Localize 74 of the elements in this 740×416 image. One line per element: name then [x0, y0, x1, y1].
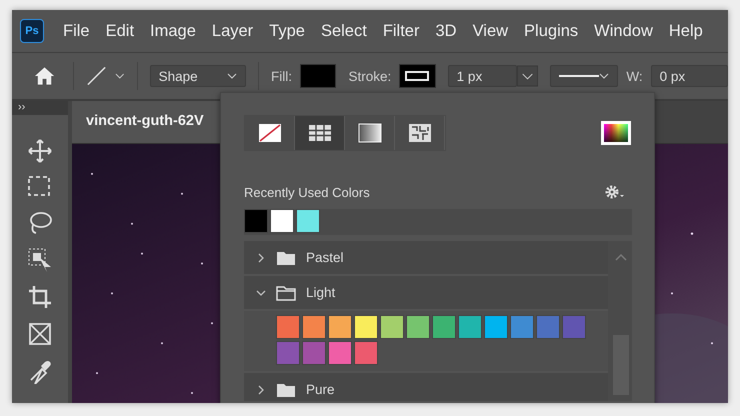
color-picker-icon[interactable] [600, 120, 632, 146]
color-swatch[interactable] [484, 315, 508, 339]
menu-item[interactable]: Plugins [524, 22, 578, 40]
folder-icon [276, 250, 296, 266]
color-swatch[interactable] [328, 315, 352, 339]
pattern-icon [408, 123, 432, 143]
folder-icon [276, 382, 296, 398]
color-swatch[interactable] [302, 315, 326, 339]
move-tool-icon[interactable] [27, 138, 53, 164]
chevron-right-icon[interactable] [256, 252, 266, 262]
color-swatch[interactable] [380, 315, 404, 339]
fill-label: Fill: [270, 68, 292, 84]
color-swatch[interactable] [562, 315, 586, 339]
color-swatch[interactable] [276, 315, 300, 339]
folder-name[interactable]: Pure [306, 382, 335, 397]
menu-item[interactable]: View [472, 22, 508, 40]
menu-item[interactable]: Layer [212, 22, 254, 40]
menu-item[interactable]: Type [269, 22, 305, 40]
menu-item[interactable]: Help [668, 22, 703, 40]
none-fill-button[interactable] [245, 116, 295, 150]
crop-tool-icon[interactable] [27, 284, 53, 310]
shape-mode-dropdown[interactable]: Shape [150, 65, 246, 87]
color-swatch[interactable] [244, 209, 268, 233]
lasso-tool-icon[interactable] [27, 210, 53, 236]
color-swatch[interactable] [510, 315, 534, 339]
frame-tool-icon[interactable] [27, 321, 53, 347]
color-swatch[interactable] [354, 315, 378, 339]
stroke-style-dropdown[interactable] [550, 65, 618, 87]
object-selection-icon[interactable] [27, 247, 53, 273]
menu-item[interactable]: Select [320, 22, 367, 40]
home-icon[interactable] [34, 66, 56, 86]
color-swatch[interactable] [302, 341, 326, 365]
document-tab[interactable]: vincent-guth-62V [72, 101, 222, 143]
caret-icon [599, 73, 610, 79]
chevron-right-icon[interactable] [256, 384, 266, 394]
color-swatch[interactable] [536, 315, 560, 339]
grid-icon [308, 124, 332, 142]
no-color-icon [258, 123, 282, 143]
collapse-toggle[interactable]: ›› [12, 101, 68, 115]
pattern-fill-button[interactable] [395, 116, 445, 150]
marquee-tool-icon[interactable] [27, 175, 53, 199]
color-swatch[interactable] [406, 315, 430, 339]
color-swatch[interactable] [354, 341, 378, 365]
menu-item[interactable]: Filter [382, 22, 420, 40]
fill-swatch[interactable] [300, 64, 336, 88]
stroke-label: Stroke: [348, 68, 392, 84]
width-label: W: [626, 68, 643, 84]
solid-fill-button[interactable] [295, 116, 345, 150]
gradient-icon [358, 123, 382, 143]
line-tool-icon[interactable] [86, 65, 108, 87]
menu-item[interactable]: Window [594, 22, 653, 40]
caret-icon[interactable] [517, 65, 538, 87]
chevron-down-icon[interactable] [256, 288, 266, 298]
stroke-width-field[interactable]: 1 px [448, 65, 518, 87]
app-logo[interactable]: Ps [20, 19, 44, 43]
color-swatch[interactable] [270, 209, 294, 233]
color-swatch[interactable] [296, 209, 320, 233]
stroke-swatch[interactable] [399, 64, 436, 88]
caret-icon [227, 73, 238, 79]
color-swatch[interactable] [432, 315, 456, 339]
width-field[interactable]: 0 px [650, 65, 728, 87]
menu-item[interactable]: File [63, 22, 90, 40]
color-swatch[interactable] [328, 341, 352, 365]
folder-icon [276, 284, 296, 300]
folder-name[interactable]: Pastel [306, 250, 344, 265]
color-swatch[interactable] [276, 341, 300, 365]
menu-item[interactable]: Edit [106, 22, 134, 40]
gradient-fill-button[interactable] [345, 116, 395, 150]
section-label: Recently Used Colors [244, 184, 370, 200]
menu-item[interactable]: 3D [435, 22, 457, 40]
color-swatch[interactable] [458, 315, 482, 339]
settings-icon[interactable] [604, 184, 626, 200]
folder-name[interactable]: Light [306, 285, 336, 300]
menu-item[interactable]: Image [150, 22, 196, 40]
